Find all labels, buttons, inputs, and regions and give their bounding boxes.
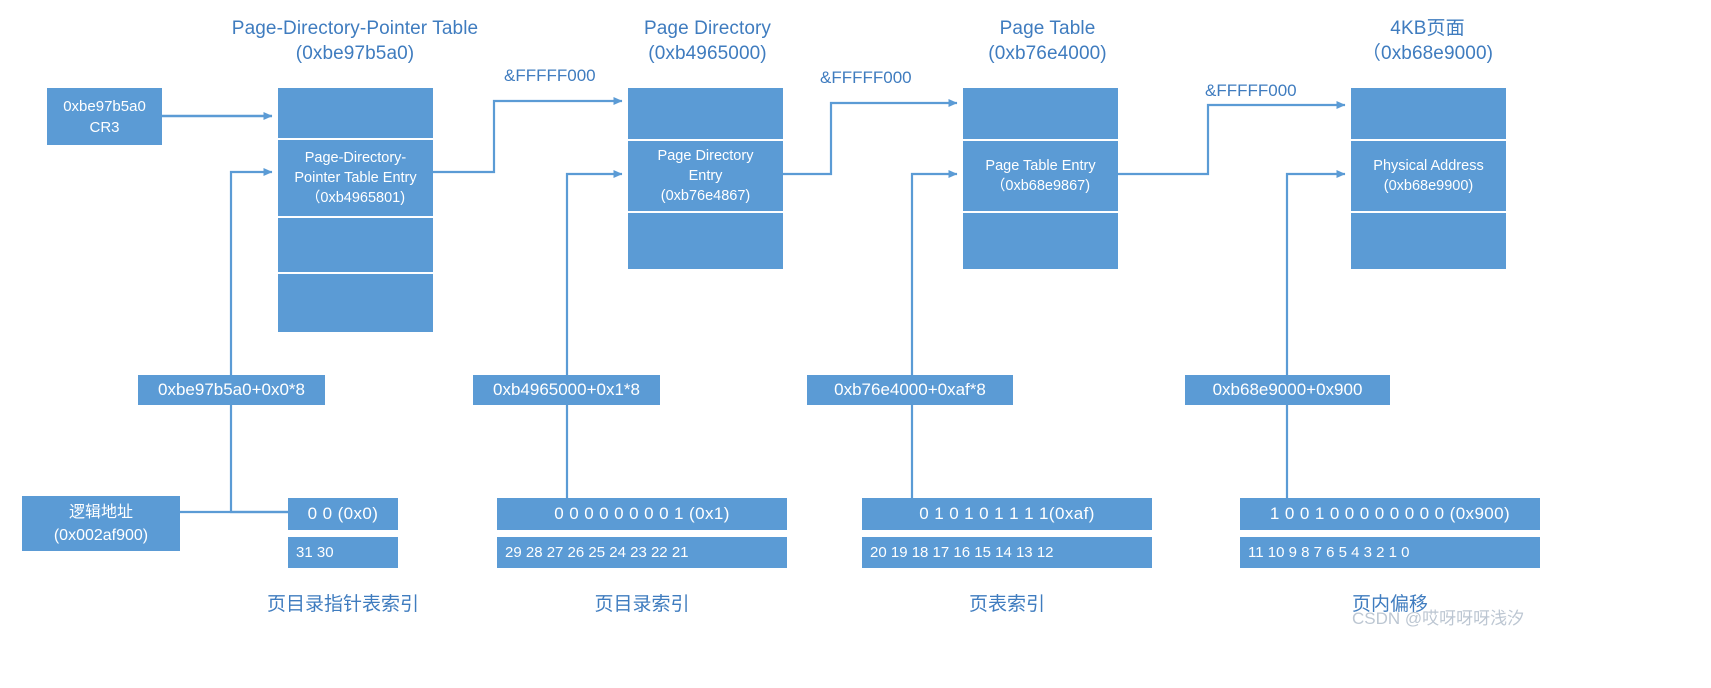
page-cell-empty-3: [1351, 213, 1506, 269]
pd-cell-empty-top: [628, 88, 783, 141]
pt-entry-cell: Page Table Entry （0xb68e9867): [963, 141, 1118, 213]
line-pdpt-calc-to-bits: [229, 405, 288, 514]
cr3-box: 0xbe97b5a0 CR3: [47, 88, 162, 145]
bits-box-pdpt-index: 0 0 (0x0): [288, 498, 398, 530]
pd-entry-cell: Page Directory Entry (0xb76e4867): [628, 141, 783, 213]
calc-box-offset: 0xb68e9000+0x900: [1185, 375, 1390, 405]
arrow-pt-entry-to-page: [1118, 101, 1346, 176]
page-cell-empty-top: [1351, 88, 1506, 141]
logical-address-box: 逻辑地址 (0x002af900): [22, 496, 180, 551]
arrow-pd-entry-to-pt: [782, 99, 958, 176]
pt-cell-empty-top: [963, 88, 1118, 141]
bitnum-box-page-offset: 11 10 9 8 7 6 5 4 3 2 1 0: [1240, 537, 1540, 568]
pdpt-cell-empty-top: [278, 88, 433, 140]
bottom-label-pd-index: 页目录索引: [594, 594, 690, 615]
column-title-page-table: Page Table (0xb76e4000): [988, 18, 1107, 64]
pd-cell-empty-3: [628, 213, 783, 269]
pdpt-cell-empty-4: [278, 274, 433, 332]
arrow-pdpt-calc-to-entry: [229, 168, 273, 405]
arrow-pd-calc-to-entry: [565, 170, 623, 375]
pdpt-cell-empty-3: [278, 218, 433, 274]
physical-address-cell: Physical Address (0xb68e9900): [1351, 141, 1506, 213]
mask-label-pdpt: &FFFFF000: [504, 66, 596, 85]
diagram-canvas: Page-Directory-Pointer Table (0xbe97b5a0…: [0, 0, 1711, 688]
bottom-label-pt-index: 页表索引: [968, 594, 1045, 615]
bottom-label-pdpt-index: 页目录指针表索引: [266, 594, 419, 615]
pdpt-entry-cell: Page-Directory- Pointer Table Entry （0xb…: [278, 140, 433, 218]
calc-box-pdpt: 0xbe97b5a0+0x0*8: [138, 375, 325, 405]
column-title-page-directory: Page Directory (0xb4965000): [643, 18, 772, 64]
calc-box-pd: 0xb4965000+0x1*8: [473, 375, 660, 405]
mask-label-pt: &FFFFF000: [1205, 81, 1297, 100]
bitnum-box-pdpt-index: 31 30: [288, 537, 398, 568]
bits-box-pt-index: 0 1 0 1 0 1 1 1 1(0xaf): [862, 498, 1152, 530]
calc-box-pt: 0xb76e4000+0xaf*8: [807, 375, 1013, 405]
arrow-pt-calc-to-entry: [910, 170, 958, 375]
csdn-watermark: CSDN @哎呀呀呀浅汐: [1352, 609, 1525, 628]
column-title-pdpt: Page-Directory-Pointer Table (0xbe97b5a0…: [231, 18, 479, 64]
mask-label-pd: &FFFFF000: [820, 68, 912, 87]
arrow-pdpt-entry-to-pd: [433, 97, 623, 174]
bitnum-box-pt-index: 20 19 18 17 16 15 14 13 12: [862, 537, 1152, 568]
arrow-offset-calc-to-physaddr: [1285, 170, 1346, 375]
bits-box-pd-index: 0 0 0 0 0 0 0 0 1 (0x1): [497, 498, 787, 530]
pt-cell-empty-3: [963, 213, 1118, 269]
column-title-4kb-page: 4KB页面 （0xb68e9000): [1361, 18, 1494, 64]
bitnum-box-pd-index: 29 28 27 26 25 24 23 22 21: [497, 537, 787, 568]
bits-box-page-offset: 1 0 0 1 0 0 0 0 0 0 0 0 (0x900): [1240, 498, 1540, 530]
